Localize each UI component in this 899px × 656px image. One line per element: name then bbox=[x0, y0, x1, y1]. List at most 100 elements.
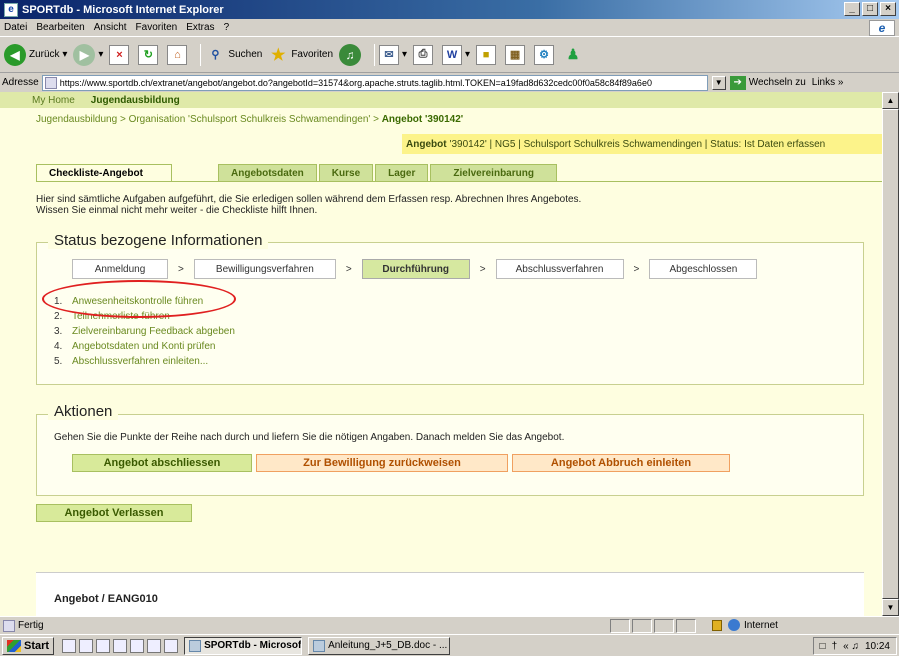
taskbar-item-word[interactable]: Anleitung_J+5_DB.doc - ... bbox=[308, 636, 451, 655]
quick-launch-icon[interactable] bbox=[96, 638, 111, 653]
menu-bar: Datei Bearbeiten Ansicht Favoriten Extra… bbox=[0, 19, 899, 37]
scroll-up-button[interactable]: ▲ bbox=[882, 92, 899, 109]
breadcrumb-path[interactable]: Jugendausbildung > Organisation 'Schulsp… bbox=[36, 114, 382, 125]
step-separator: > bbox=[633, 263, 640, 275]
toolbar-separator bbox=[374, 43, 376, 66]
mail-button[interactable]: ✉ ▾ bbox=[379, 44, 407, 65]
quick-launch-icon[interactable] bbox=[79, 638, 94, 653]
scroll-down-button[interactable]: ▼ bbox=[882, 599, 899, 616]
status-pane bbox=[610, 619, 630, 633]
page-footer: Angebot / EANG010 bbox=[36, 572, 864, 616]
media-icon: ♫ bbox=[339, 43, 362, 66]
status-steps: Anmeldung > Bewilligungsverfahren > Durc… bbox=[72, 258, 758, 280]
taskbar-item-ie[interactable]: SPORTdb - Microsoft I... bbox=[184, 636, 303, 655]
messenger-users-button[interactable]: ♟ bbox=[563, 45, 586, 65]
status-pane bbox=[632, 619, 652, 633]
help-icon[interactable]: □ bbox=[820, 641, 826, 652]
menu-favoriten[interactable]: Favoriten bbox=[136, 22, 178, 33]
angebot-abschliessen-button[interactable]: Angebot abschliessen bbox=[72, 454, 252, 472]
mail-icon: ✉ bbox=[379, 44, 400, 65]
word-icon: W bbox=[442, 44, 463, 65]
maximize-button[interactable]: □ bbox=[862, 2, 878, 16]
status-pane bbox=[676, 619, 696, 633]
address-dropdown-button[interactable]: ▼ bbox=[711, 75, 726, 90]
tab-checkliste-angebot[interactable]: Checkliste-Angebot bbox=[36, 164, 172, 182]
scroll-thumb[interactable] bbox=[882, 109, 899, 599]
back-button[interactable]: ◀ Zurück ▾ bbox=[4, 43, 67, 66]
go-arrow-icon: ➔ bbox=[729, 75, 746, 90]
angebot-verlassen-button[interactable]: Angebot Verlassen bbox=[36, 504, 192, 522]
actions-section-title: Aktionen bbox=[48, 403, 119, 420]
quick-launch-icon[interactable] bbox=[147, 638, 162, 653]
breadcrumb-current: Angebot '390142' bbox=[381, 114, 464, 125]
close-button[interactable]: × bbox=[880, 2, 896, 16]
vertical-scrollbar[interactable]: ▲ ▼ bbox=[882, 92, 899, 616]
forward-button[interactable]: ▶ ▾ bbox=[73, 43, 103, 66]
nav-my-home[interactable]: My Home bbox=[32, 95, 75, 106]
search-button[interactable]: ⚲ Suchen bbox=[205, 45, 262, 65]
status-text: Fertig bbox=[18, 620, 44, 631]
address-input[interactable]: https://www.sportdb.ch/extranet/angebot/… bbox=[41, 74, 708, 91]
menu-extras[interactable]: Extras bbox=[186, 22, 214, 33]
tray-icon[interactable]: † bbox=[832, 641, 838, 652]
edit-button[interactable]: W ▾ bbox=[442, 44, 470, 65]
sound-icon[interactable]: « ♫ bbox=[843, 641, 859, 652]
lock-icon bbox=[712, 619, 722, 631]
quick-launch-icon[interactable] bbox=[62, 638, 77, 653]
list-item: 3. Zielvereinbarung Feedback abgeben bbox=[54, 324, 235, 339]
start-button[interactable]: Start bbox=[2, 636, 55, 655]
print-button[interactable]: ⎙ bbox=[413, 44, 436, 65]
actions-description: Gehen Sie die Punkte der Reihe nach durc… bbox=[54, 432, 565, 443]
stop-button[interactable]: × bbox=[109, 44, 132, 65]
stop-icon: × bbox=[109, 44, 130, 65]
page-icon bbox=[3, 619, 15, 632]
step-separator: > bbox=[345, 263, 352, 275]
discuss-button[interactable]: ■ bbox=[476, 44, 499, 65]
task-link[interactable]: Abschlussverfahren einleiten... bbox=[72, 354, 208, 369]
step-abschlussverfahren: Abschlussverfahren bbox=[495, 259, 624, 279]
offer-info-bar: Angebot '390142' | NG5 | Schulsport Schu… bbox=[402, 134, 882, 154]
quick-launch-icon[interactable] bbox=[130, 638, 145, 653]
tab-zielvereinbarung[interactable]: Zielvereinbarung bbox=[430, 164, 557, 182]
minimize-button[interactable]: _ bbox=[844, 2, 860, 16]
media-button[interactable]: ♫ bbox=[339, 43, 364, 66]
home-button[interactable]: ⌂ bbox=[167, 44, 190, 65]
quick-launch-icon[interactable] bbox=[113, 638, 128, 653]
messenger-button[interactable]: ⚙ bbox=[534, 44, 557, 65]
messenger-icon: ⚙ bbox=[534, 44, 555, 65]
tab-angebotsdaten[interactable]: Angebotsdaten bbox=[218, 164, 317, 182]
menu-bearbeiten[interactable]: Bearbeiten bbox=[36, 22, 84, 33]
menu-datei[interactable]: Datei bbox=[4, 22, 27, 33]
quick-launch-icon[interactable] bbox=[164, 638, 179, 653]
favorites-button[interactable]: ★ Favoriten bbox=[268, 45, 333, 65]
tab-underline bbox=[36, 181, 882, 182]
links-toolbar[interactable]: Links » bbox=[812, 77, 844, 88]
status-bar: Fertig Internet bbox=[0, 616, 899, 634]
task-link[interactable]: Zielvereinbarung Feedback abgeben bbox=[72, 324, 235, 339]
zur-bewilligung-zurueckweisen-button[interactable]: Zur Bewilligung zurückweisen bbox=[256, 454, 508, 472]
menu-help[interactable]: ? bbox=[224, 22, 230, 33]
users-icon: ♟ bbox=[566, 46, 580, 62]
research-button[interactable]: ▦ bbox=[505, 44, 528, 65]
page-icon bbox=[44, 76, 57, 89]
window-title: SPORTdb - Microsoft Internet Explorer bbox=[22, 3, 224, 16]
research-icon: ▦ bbox=[505, 44, 526, 65]
breadcrumb: Jugendausbildung > Organisation 'Schulsp… bbox=[36, 114, 463, 125]
folder-icon: ■ bbox=[476, 44, 497, 65]
word-icon bbox=[313, 639, 326, 652]
ie-icon bbox=[189, 639, 202, 652]
forward-arrow-icon: ▶ bbox=[73, 43, 96, 66]
tab-kurse[interactable]: Kurse bbox=[318, 164, 374, 182]
angebot-abbruch-einleiten-button[interactable]: Angebot Abbruch einleiten bbox=[512, 454, 730, 472]
nav-jugendausbildung[interactable]: Jugendausbildung bbox=[90, 94, 180, 106]
refresh-button[interactable]: ↻ bbox=[138, 44, 161, 65]
task-link[interactable]: Angebotsdaten und Konti prüfen bbox=[72, 339, 215, 354]
go-button[interactable]: ➔ Wechseln zu bbox=[729, 75, 806, 90]
info-label: Angebot bbox=[406, 138, 447, 150]
window-title-bar[interactable]: e SPORTdb - Microsoft Internet Explorer … bbox=[0, 0, 899, 19]
step-anmeldung: Anmeldung bbox=[72, 259, 168, 279]
menu-ansicht[interactable]: Ansicht bbox=[94, 22, 127, 33]
ie-logo-icon: e bbox=[869, 20, 895, 36]
tab-lager[interactable]: Lager bbox=[375, 164, 429, 182]
search-icon: ⚲ bbox=[211, 49, 220, 61]
